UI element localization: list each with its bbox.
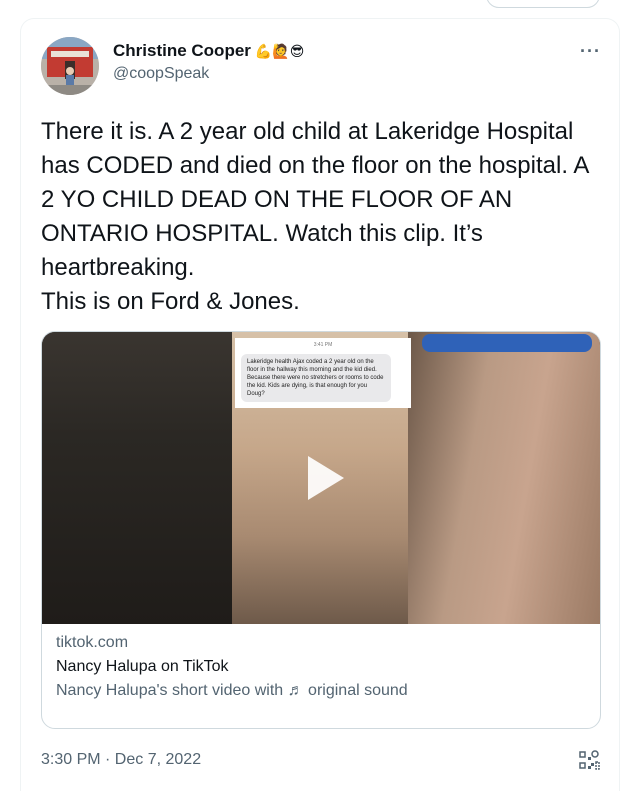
more-horizontal-icon[interactable]: ··· — [580, 41, 601, 62]
link-title: Nancy Halupa on TikTok — [56, 658, 229, 675]
author-block: Christine Cooper 💪🙋😎 @coopSpeak — [113, 41, 304, 83]
link-description: Nancy Halupa's short video with ♬ origin… — [56, 682, 408, 699]
phone-message-bubble: Lakeridge health Ajax coded a 2 year old… — [241, 354, 391, 402]
play-icon[interactable] — [294, 450, 350, 506]
link-preview-card[interactable]: 3:41 PM Lakeridge health Ajax coded a 2 … — [41, 331, 601, 729]
tweet-timestamp[interactable]: 3:30 PM · Dec 7, 2022 — [41, 751, 201, 769]
tweet-text: There it is. A 2 year old child at Laker… — [41, 118, 589, 315]
link-domain: tiktok.com — [56, 634, 129, 651]
avatar[interactable] — [41, 37, 99, 95]
qr-code-icon[interactable] — [579, 749, 601, 771]
author-emojis: 💪🙋😎 — [254, 43, 305, 59]
thumbnail-right-panel — [408, 332, 600, 624]
phone-time: 3:41 PM — [313, 342, 333, 348]
video-thumbnail[interactable]: 3:41 PM Lakeridge health Ajax coded a 2 … — [42, 332, 600, 624]
top-pill-button[interactable] — [486, 0, 600, 8]
author-name[interactable]: Christine Cooper — [113, 41, 251, 61]
thumbnail-blue-strip — [422, 334, 592, 352]
tweet-card: Christine Cooper 💪🙋😎 @coopSpeak ··· Ther… — [20, 18, 620, 791]
thumbnail-message-screenshot: 3:41 PM Lakeridge health Ajax coded a 2 … — [235, 338, 411, 408]
link-card-meta: tiktok.com Nancy Halupa on TikTok Nancy … — [42, 624, 600, 710]
avatar-image — [41, 37, 99, 95]
author-handle[interactable]: @coopSpeak — [113, 65, 304, 83]
thumbnail-left-panel — [42, 332, 232, 624]
